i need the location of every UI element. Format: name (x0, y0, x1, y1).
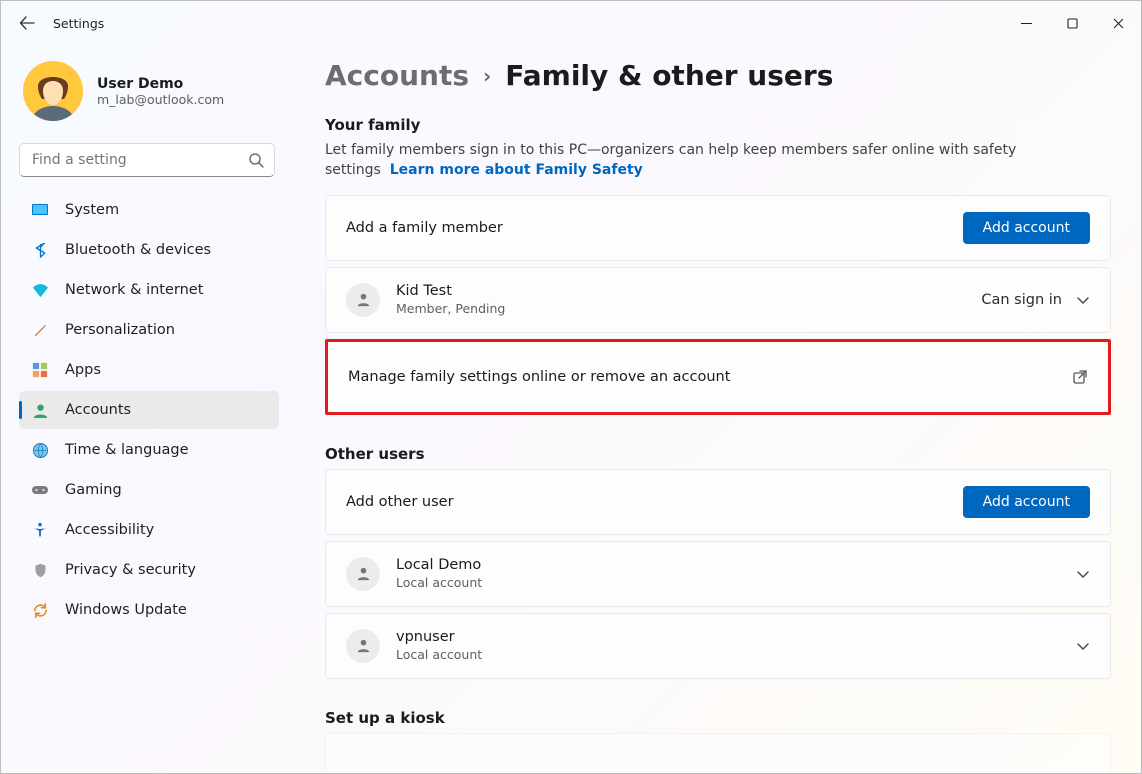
search-box[interactable] (19, 143, 275, 177)
minimize-button[interactable] (1003, 7, 1049, 39)
sidebar-item-label: Time & language (65, 442, 189, 458)
sidebar-item-network[interactable]: Network & internet (19, 271, 279, 309)
window-title: Settings (53, 16, 104, 31)
person-icon (346, 629, 380, 663)
chevron-right-icon: › (483, 64, 491, 88)
system-icon (31, 201, 49, 219)
gaming-icon (31, 481, 49, 499)
kiosk-row[interactable] (325, 733, 1111, 773)
sidebar-item-update[interactable]: Windows Update (19, 591, 279, 629)
sidebar-item-label: System (65, 202, 119, 218)
minimize-icon (1021, 18, 1032, 29)
breadcrumb: Accounts › Family & other users (325, 59, 1111, 92)
chevron-down-icon (1076, 639, 1090, 653)
add-family-member-card: Add a family member Add account (325, 195, 1111, 261)
sidebar: User Demo m_lab@outlook.com System Bluet… (1, 45, 291, 773)
member-status: Member, Pending (396, 301, 505, 316)
card-title: Add a family member (346, 220, 503, 236)
sidebar-item-system[interactable]: System (19, 191, 279, 229)
sidebar-item-label: Windows Update (65, 602, 187, 618)
sidebar-item-privacy[interactable]: Privacy & security (19, 551, 279, 589)
add-other-user-card: Add other user Add account (325, 469, 1111, 535)
family-member-row[interactable]: Kid Test Member, Pending Can sign in (325, 267, 1111, 333)
sidebar-item-apps[interactable]: Apps (19, 351, 279, 389)
arrow-left-icon (19, 15, 35, 31)
person-icon (346, 557, 380, 591)
manage-family-online-row[interactable]: Manage family settings online or remove … (325, 339, 1111, 415)
sidebar-item-label: Network & internet (65, 282, 203, 298)
back-button[interactable] (7, 3, 47, 43)
sidebar-item-label: Apps (65, 362, 101, 378)
sidebar-item-label: Accessibility (65, 522, 154, 538)
section-desc-family: Let family members sign in to this PC—or… (325, 140, 1111, 181)
add-account-button[interactable]: Add account (963, 486, 1090, 518)
external-link-icon (1072, 369, 1088, 385)
maximize-button[interactable] (1049, 7, 1095, 39)
close-button[interactable] (1095, 7, 1141, 39)
search-input[interactable] (30, 151, 248, 169)
privacy-icon (31, 561, 49, 579)
card-title: Add other user (346, 494, 454, 510)
avatar (23, 61, 83, 121)
avatar-icon (23, 61, 83, 121)
user-name: User Demo (97, 76, 224, 92)
add-account-button[interactable]: Add account (963, 212, 1090, 244)
member-status: Local account (396, 647, 482, 662)
member-name: vpnuser (396, 629, 482, 645)
sidebar-item-label: Personalization (65, 322, 175, 338)
manage-family-label: Manage family settings online or remove … (348, 369, 730, 385)
personalization-icon (31, 321, 49, 339)
user-card[interactable]: User Demo m_lab@outlook.com (19, 53, 279, 137)
other-user-row[interactable]: vpnuser Local account (325, 613, 1111, 679)
section-title-family: Your family (325, 116, 1111, 134)
member-status: Local account (396, 575, 482, 590)
sidebar-item-accessibility[interactable]: Accessibility (19, 511, 279, 549)
section-title-kiosk: Set up a kiosk (325, 709, 1111, 727)
bluetooth-icon (31, 241, 49, 259)
chevron-down-icon (1076, 567, 1090, 581)
sidebar-item-personalization[interactable]: Personalization (19, 311, 279, 349)
member-name: Local Demo (396, 557, 482, 573)
member-name: Kid Test (396, 283, 505, 299)
network-icon (31, 281, 49, 299)
search-icon (248, 152, 264, 168)
person-icon (346, 283, 380, 317)
other-user-row[interactable]: Local Demo Local account (325, 541, 1111, 607)
sidebar-item-label: Privacy & security (65, 562, 196, 578)
sidebar-item-label: Gaming (65, 482, 122, 498)
sidebar-item-label: Bluetooth & devices (65, 242, 211, 258)
chevron-down-icon (1076, 293, 1090, 307)
titlebar: Settings (1, 1, 1141, 45)
sidebar-item-accounts[interactable]: Accounts (19, 391, 279, 429)
accessibility-icon (31, 521, 49, 539)
member-signin-state: Can sign in (981, 292, 1062, 308)
maximize-icon (1067, 18, 1078, 29)
user-email: m_lab@outlook.com (97, 92, 224, 107)
accounts-icon (31, 401, 49, 419)
sidebar-item-time[interactable]: Time & language (19, 431, 279, 469)
breadcrumb-parent[interactable]: Accounts (325, 59, 469, 92)
time-icon (31, 441, 49, 459)
update-icon (31, 601, 49, 619)
page-title: Family & other users (505, 59, 833, 92)
learn-more-link[interactable]: Learn more about Family Safety (390, 162, 643, 178)
sidebar-item-bluetooth[interactable]: Bluetooth & devices (19, 231, 279, 269)
close-icon (1113, 18, 1124, 29)
section-title-other: Other users (325, 445, 1111, 463)
sidebar-item-label: Accounts (65, 402, 131, 418)
main-content: Accounts › Family & other users Your fam… (291, 45, 1141, 773)
sidebar-item-gaming[interactable]: Gaming (19, 471, 279, 509)
nav: System Bluetooth & devices Network & int… (19, 191, 279, 629)
apps-icon (31, 361, 49, 379)
